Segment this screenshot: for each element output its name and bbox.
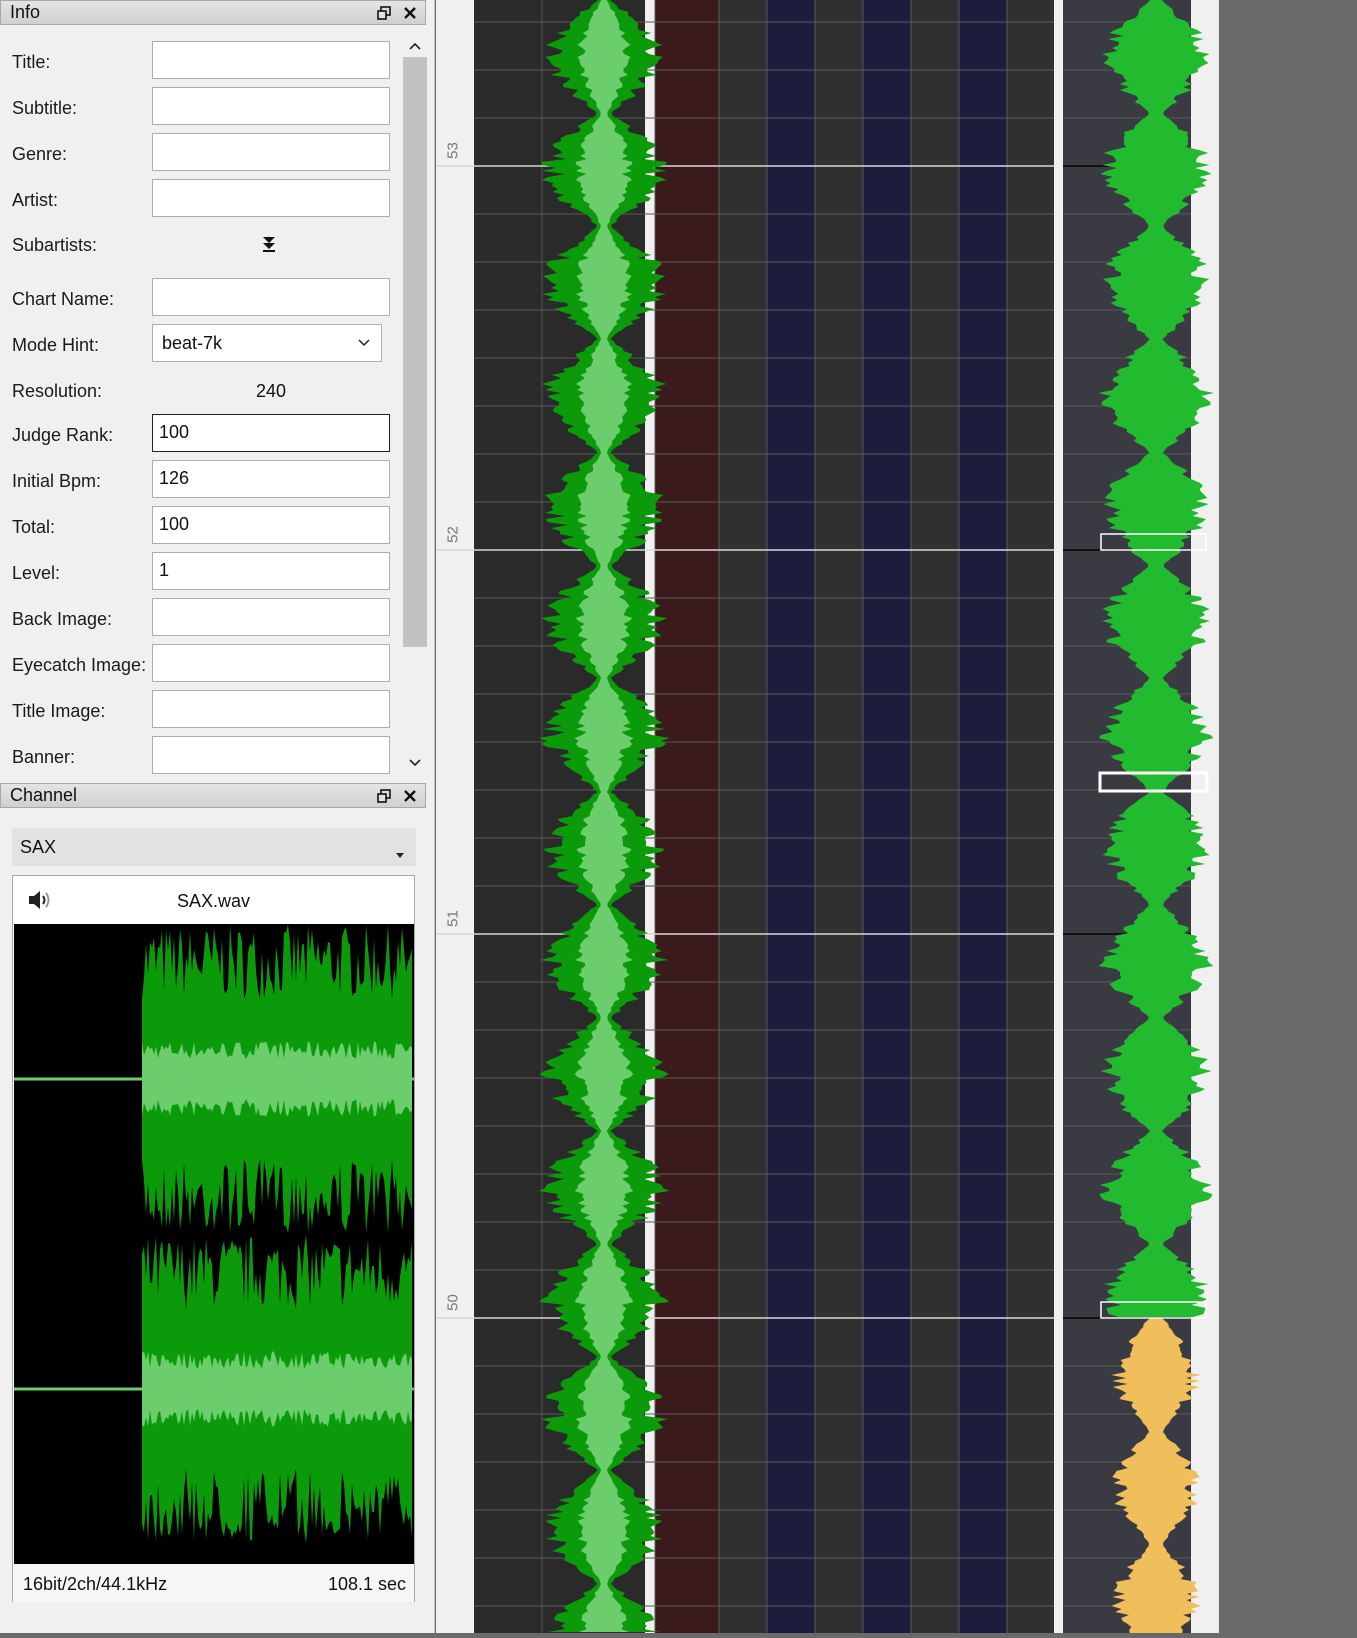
resolution-value: 240 — [255, 381, 287, 401]
genre-label: Genre: — [12, 144, 68, 164]
resolution-label: Resolution: — [12, 381, 103, 401]
initial-bpm-row: Initial Bpm: 126 — [12, 460, 392, 500]
measure-label: 53 — [444, 142, 462, 159]
mode-hint-row: Mode Hint: beat-7k — [12, 324, 392, 364]
waveform-canvas[interactable] — [14, 924, 414, 1564]
channel-select-value: SAX — [20, 837, 57, 857]
total-row: Total: 100 — [12, 506, 392, 546]
back-image-label: Back Image: — [12, 609, 113, 629]
total-label: Total: — [12, 517, 56, 537]
title-image-label: Title Image: — [12, 701, 106, 721]
level-row: Level: 1 — [12, 552, 392, 592]
dropdown-arrow-icon — [396, 843, 404, 864]
wave-file-name: SAX.wav — [176, 891, 251, 911]
back-image-row: Back Image: — [12, 598, 392, 638]
sequence-editor[interactable]: 53 52 51 50 — [436, 0, 1219, 1633]
expand-icon[interactable] — [260, 234, 278, 257]
genre-row: Genre: — [12, 133, 392, 173]
channel-panel-header: Channel — [0, 783, 426, 808]
banner-input[interactable] — [152, 736, 390, 774]
artist-label: Artist: — [12, 190, 59, 210]
eyecatch-image-label: Eyecatch Image: — [12, 655, 147, 675]
judge-rank-row: Judge Rank: 100 — [12, 414, 392, 454]
audio-duration: 108.1 sec — [327, 1574, 406, 1594]
restore-icon[interactable] — [373, 785, 395, 807]
waveform-footer: 16bit/2ch/44.1kHz 108.1 sec — [13, 1564, 414, 1602]
chevron-down-icon — [357, 333, 371, 354]
banner-row: Banner: — [12, 736, 392, 776]
genre-input[interactable] — [152, 133, 390, 171]
level-input[interactable]: 1 — [152, 552, 390, 590]
channel-panel-title: Channel — [10, 785, 78, 805]
waveform-header: SAX.wav — [13, 876, 414, 924]
editor-margin — [1219, 0, 1357, 1633]
mode-hint-select[interactable]: beat-7k — [152, 324, 382, 362]
subtitle-input[interactable] — [152, 87, 390, 125]
close-icon[interactable] — [399, 2, 421, 24]
scroll-down-icon[interactable] — [408, 755, 422, 773]
measure-label: 52 — [444, 526, 462, 543]
initial-bpm-input[interactable]: 126 — [152, 460, 390, 498]
chart-name-label: Chart Name: — [12, 289, 115, 309]
info-scrollbar-thumb[interactable] — [403, 57, 427, 647]
artist-row: Artist: — [12, 179, 392, 219]
judge-rank-input[interactable]: 100 — [152, 414, 390, 452]
eyecatch-image-row: Eyecatch Image: — [12, 644, 392, 684]
subartists-row: Subartists: — [12, 224, 392, 264]
lane-grid — [436, 0, 1214, 1633]
left-dock: Info Title: Subtitle: Genre: Artist: Sub… — [0, 0, 435, 1633]
eyecatch-image-input[interactable] — [152, 644, 390, 682]
back-image-input[interactable] — [152, 598, 390, 636]
scroll-up-icon[interactable] — [408, 38, 422, 56]
mode-hint-label: Mode Hint: — [12, 335, 100, 355]
measure-label: 51 — [444, 910, 462, 927]
title-image-row: Title Image: — [12, 690, 392, 730]
title-row: Title: — [12, 41, 392, 81]
info-panel-header: Info — [0, 0, 426, 25]
banner-label: Banner: — [12, 747, 76, 767]
subtitle-row: Subtitle: — [12, 87, 392, 127]
title-image-input[interactable] — [152, 690, 390, 728]
subtitle-label: Subtitle: — [12, 98, 78, 118]
chart-name-input[interactable] — [152, 278, 390, 316]
total-input[interactable]: 100 — [152, 506, 390, 544]
artist-input[interactable] — [152, 179, 390, 217]
waveform-graphic — [14, 924, 414, 1544]
initial-bpm-label: Initial Bpm: — [12, 471, 102, 491]
info-panel-title: Info — [10, 2, 41, 22]
mode-hint-value: beat-7k — [162, 333, 223, 353]
chart-name-row: Chart Name: — [12, 278, 392, 318]
restore-icon[interactable] — [373, 2, 395, 24]
waveform-viewer: SAX.wav 16bit/2ch/44.1kHz 108.1 sec — [12, 875, 415, 1602]
audio-format: 16bit/2ch/44.1kHz — [23, 1574, 168, 1594]
resolution-row: Resolution: 240 — [12, 370, 392, 410]
level-label: Level: — [12, 563, 61, 583]
subartists-label: Subartists: — [12, 235, 98, 255]
title-label: Title: — [12, 52, 51, 72]
close-icon[interactable] — [399, 785, 421, 807]
measure-label: 50 — [444, 1294, 462, 1311]
channel-select[interactable]: SAX — [12, 828, 416, 866]
title-input[interactable] — [152, 41, 390, 79]
judge-rank-label: Judge Rank: — [12, 425, 114, 445]
